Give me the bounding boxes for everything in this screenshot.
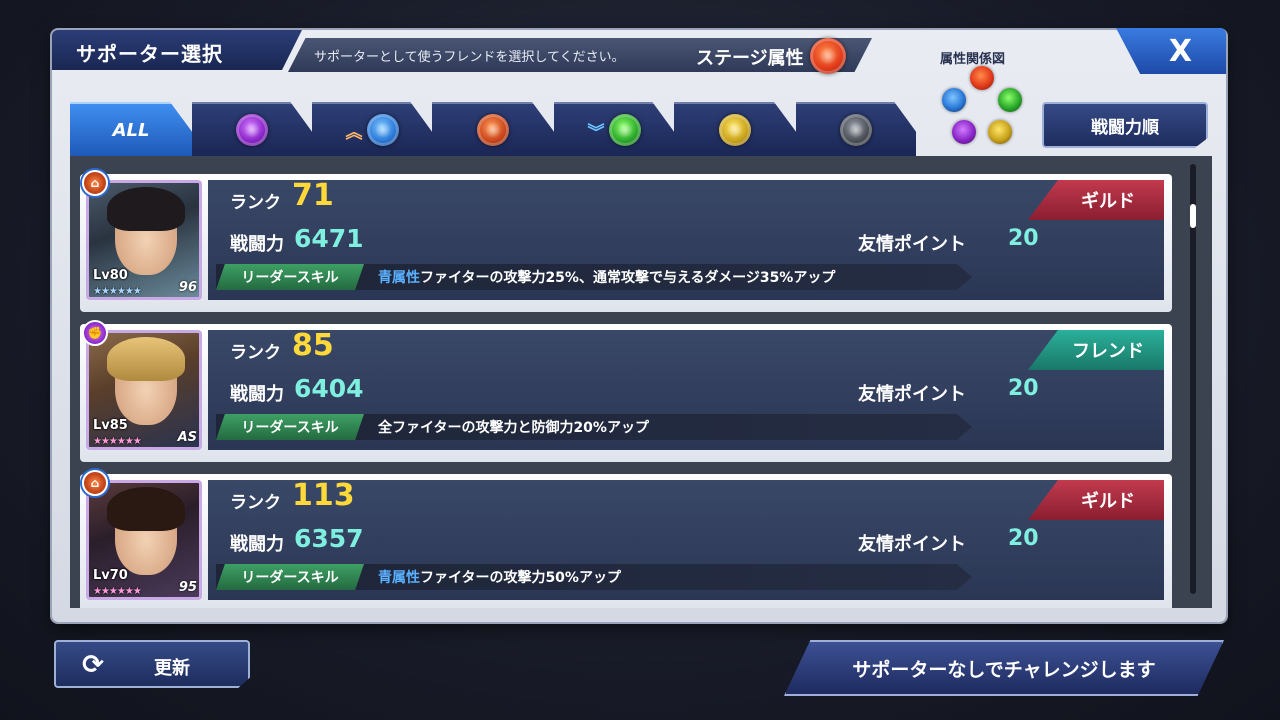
attribute-badge-icon: ⌂ <box>82 470 108 496</box>
rarity-stars: ★★★★★★ <box>93 286 142 297</box>
skill-attribute: 青属性 <box>378 570 420 586</box>
close-icon: X <box>1168 33 1192 69</box>
page-title: サポーター選択 <box>76 42 223 66</box>
leader-skill-tag: リーダースキル <box>216 264 364 290</box>
rank-label: ランク <box>230 493 281 513</box>
friend-point-label: 友情ポイント <box>858 384 966 405</box>
leader-skill-tag: リーダースキル <box>216 564 364 590</box>
red-attribute-orb-icon <box>810 38 846 74</box>
rank-value: 113 <box>292 478 355 513</box>
supporter-list[interactable]: Lv80 ★★★★★★ 96 ⌂ ランク 71 戦闘力 6471 友情ポイント … <box>70 156 1212 608</box>
skill-attribute: 青属性 <box>378 270 420 286</box>
fighter-portrait: Lv70 ★★★★★★ 95 <box>86 480 202 600</box>
refresh-label: 更新 <box>154 658 190 679</box>
power-value: 6357 <box>294 524 364 553</box>
rank-label: ランク <box>230 193 281 213</box>
attribute-relation-label: 属性関係図 <box>940 52 1006 67</box>
power-value: 6404 <box>294 374 364 403</box>
fighter-hair <box>107 487 185 531</box>
refresh-icon: ⟳ <box>82 650 104 680</box>
leader-skill-tag: リーダースキル <box>216 414 364 440</box>
power-label: 戦闘力 <box>230 384 284 405</box>
gray-attribute-orb-icon <box>840 114 872 146</box>
fighter-level: Lv80 <box>93 268 128 283</box>
fighter-portrait: Lv80 ★★★★★★ 96 <box>86 180 202 300</box>
list-scrollbar[interactable] <box>1190 164 1196 594</box>
instruction-text: サポーターとして使うフレンドを選択してください。 <box>314 50 625 65</box>
rarity-stars: ★★★★★★ <box>93 586 142 597</box>
fighter-level: Lv70 <box>93 568 128 583</box>
tab-purple[interactable] <box>192 102 312 156</box>
rank-value: 71 <box>292 178 334 213</box>
fighter-hair <box>107 187 185 231</box>
series-tag: 96 <box>178 280 197 295</box>
refresh-button[interactable]: ⟳ 更新 <box>54 640 250 688</box>
skill-description: ファイターの攻撃力50%アップ <box>420 570 621 586</box>
green-attribute-orb-icon <box>998 88 1022 112</box>
leader-skill-text: 青属性ファイターの攻撃力50%アップ <box>378 567 621 587</box>
challenge-without-supporter-button[interactable]: サポーターなしでチャレンジします <box>784 640 1224 696</box>
red-attribute-orb-icon <box>970 66 994 90</box>
attribute-badge-icon: ⌂ <box>82 170 108 196</box>
chevron-up-icon: ︽ <box>345 122 363 143</box>
fighter-level: Lv85 <box>93 418 128 433</box>
fighter-portrait: Lv85 ★★★★★★ AS <box>86 330 202 450</box>
rank-value: 85 <box>292 328 334 363</box>
tab-yellow[interactable] <box>674 102 796 156</box>
scrollbar-thumb[interactable] <box>1190 204 1196 228</box>
supporter-card[interactable]: Lv80 ★★★★★★ 96 ⌂ ランク 71 戦闘力 6471 友情ポイント … <box>80 170 1172 312</box>
tab-all[interactable]: ALL <box>70 102 192 156</box>
power-label: 戦闘力 <box>230 534 284 555</box>
power-value: 6471 <box>294 224 364 253</box>
tab-gray[interactable] <box>796 102 916 156</box>
rarity-stars: ★★★★★★ <box>93 436 142 447</box>
tab-green[interactable]: ︾ <box>554 102 674 156</box>
orange-attribute-orb-icon <box>477 114 509 146</box>
leader-skill-text: 青属性ファイターの攻撃力25%、通常攻撃で与えるダメージ35%アップ <box>378 267 835 287</box>
stage-attribute-label: ステージ属性 <box>696 48 804 69</box>
tab-all-label: ALL <box>112 119 150 141</box>
yellow-attribute-orb-icon <box>988 120 1012 144</box>
friend-point-value: 20 <box>1008 226 1039 251</box>
yellow-attribute-orb-icon <box>719 114 751 146</box>
blue-attribute-orb-icon <box>942 88 966 112</box>
power-label: 戦闘力 <box>230 234 284 255</box>
purple-attribute-orb-icon <box>236 114 268 146</box>
tab-blue[interactable]: ︽ <box>312 102 432 156</box>
blue-attribute-orb-icon <box>366 114 399 146</box>
purple-attribute-orb-icon <box>952 120 976 144</box>
leader-skill-text: 全ファイターの攻撃力と防御力20%アップ <box>378 417 649 437</box>
friend-point-value: 20 <box>1008 376 1039 401</box>
chevron-down-icon: ︾ <box>587 122 605 143</box>
tab-orange[interactable] <box>432 102 554 156</box>
skill-description: ファイターの攻撃力25%、通常攻撃で与えるダメージ35%アップ <box>420 270 836 286</box>
skill-description: 全ファイターの攻撃力と防御力20%アップ <box>378 420 649 436</box>
supporter-card[interactable]: Lv70 ★★★★★★ 95 ⌂ ランク 113 戦闘力 6357 友情ポイント… <box>80 470 1172 608</box>
rank-label: ランク <box>230 343 281 363</box>
attribute-relation-diagram[interactable] <box>938 66 1028 148</box>
green-attribute-orb-icon <box>608 114 641 146</box>
series-tag: 95 <box>178 580 197 595</box>
friend-point-value: 20 <box>1008 526 1039 551</box>
fighter-hair <box>107 337 185 381</box>
friend-point-label: 友情ポイント <box>858 534 966 555</box>
sort-by-power-button[interactable]: 戦闘力順 <box>1042 102 1208 148</box>
attribute-badge-icon: ✊ <box>82 320 108 346</box>
friend-point-label: 友情ポイント <box>858 234 966 255</box>
supporter-card[interactable]: Lv85 ★★★★★★ AS ✊ ランク 85 戦闘力 6404 友情ポイント … <box>80 320 1172 462</box>
series-tag: AS <box>177 430 197 445</box>
